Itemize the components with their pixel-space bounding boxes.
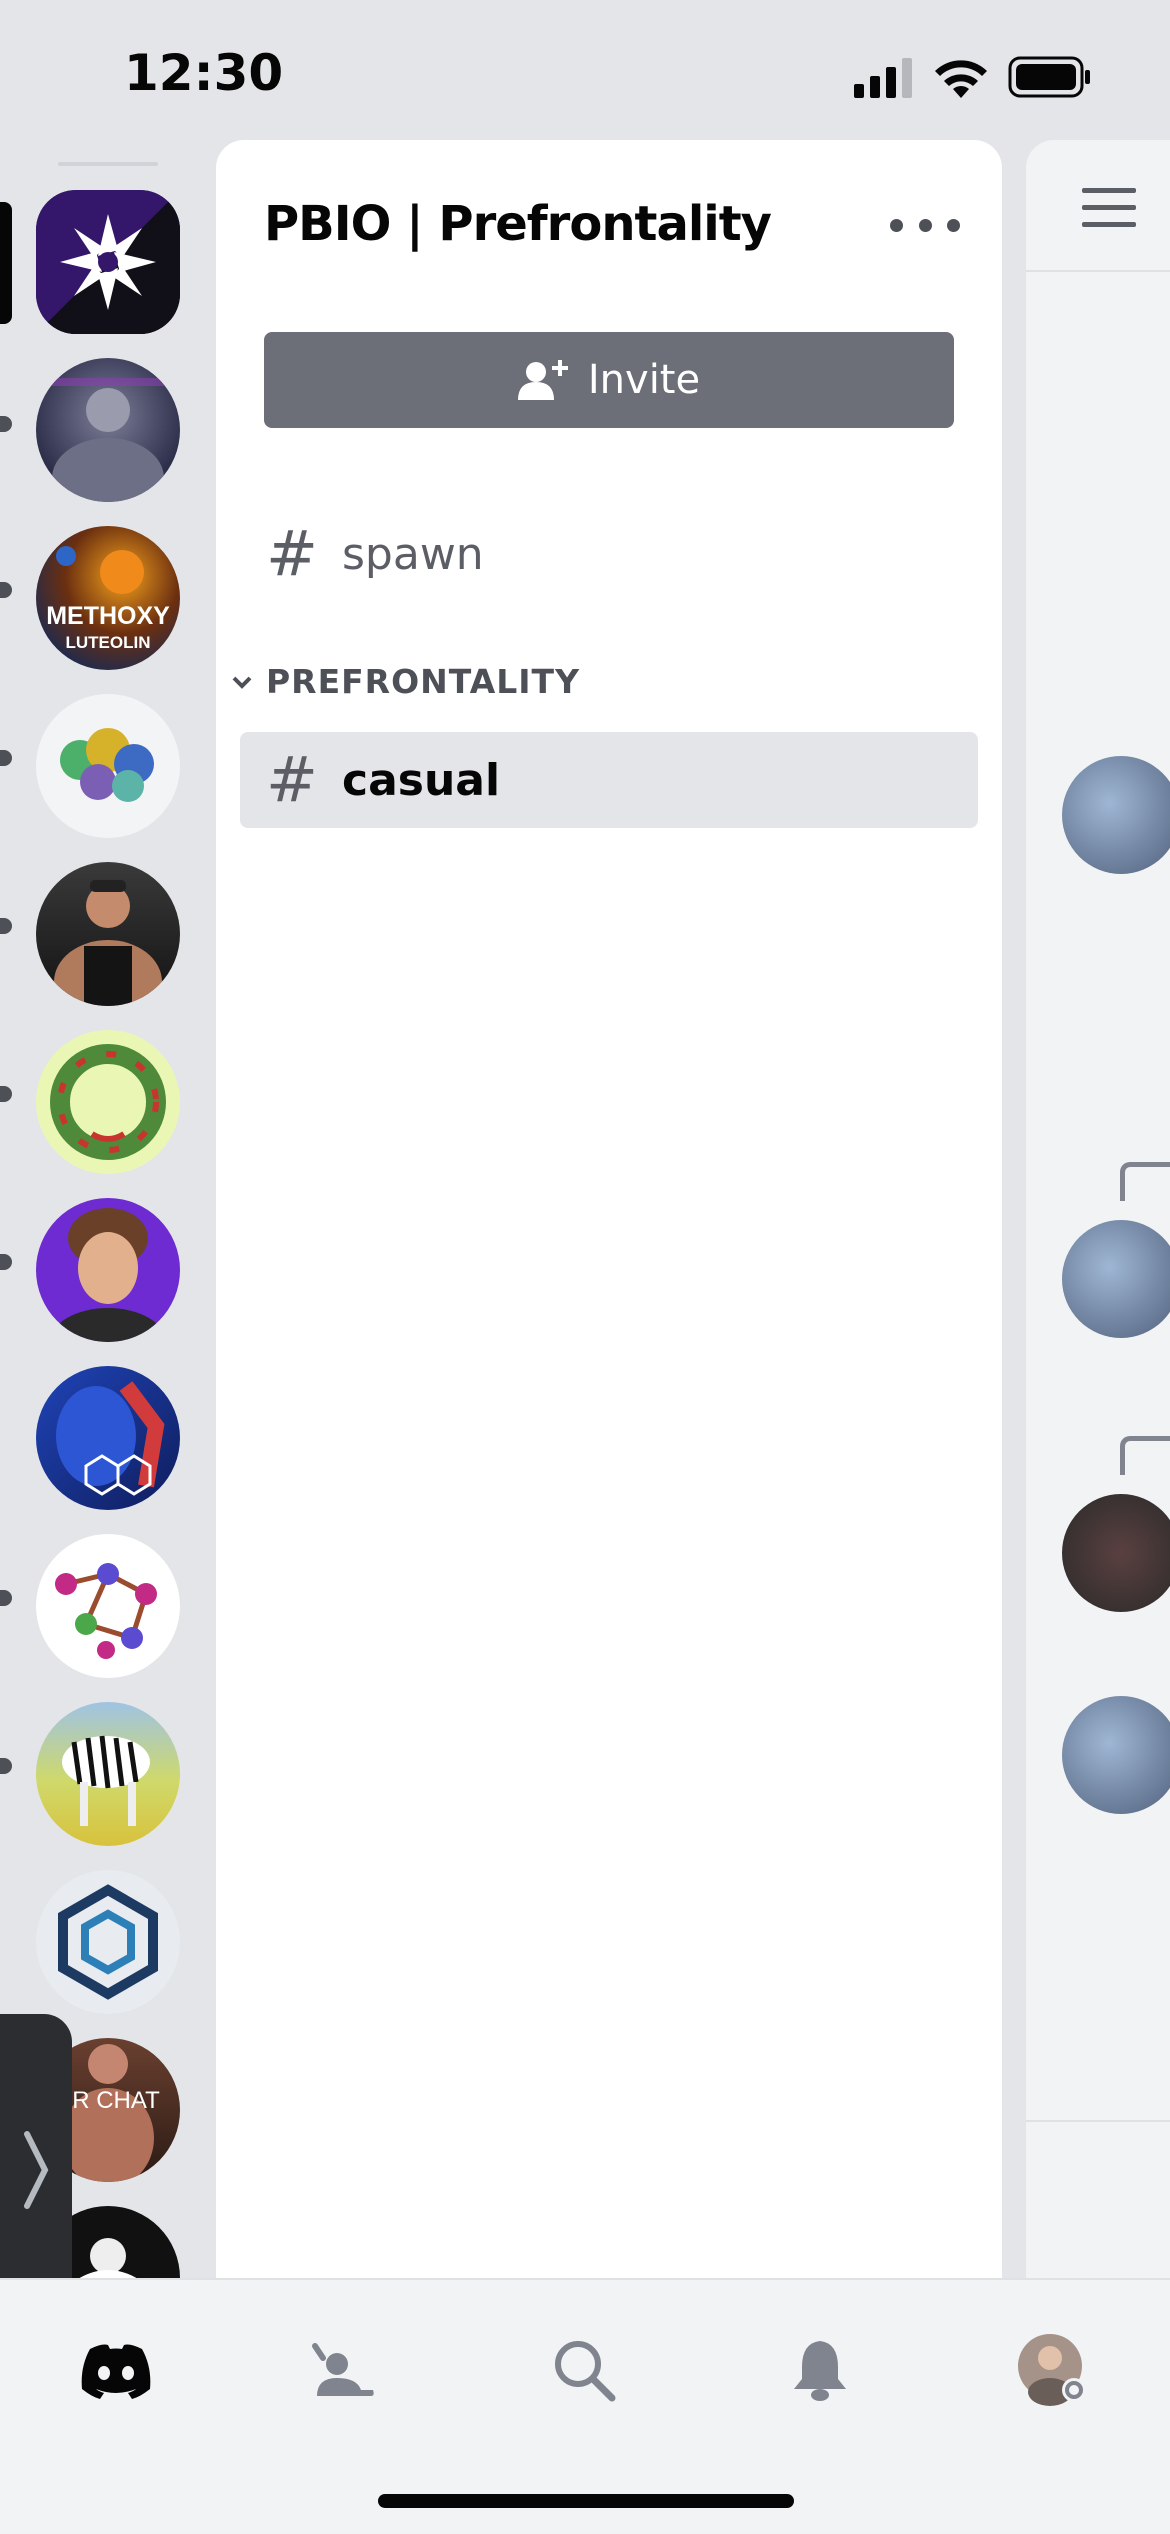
category-label: PREFRONTALITY: [266, 662, 580, 701]
more-dot-icon: [947, 218, 960, 232]
balls-avatar-icon: [55, 1563, 157, 1659]
cell-signal-icon: [854, 58, 912, 98]
category-prefrontality[interactable]: PREFRONTALITY: [230, 662, 580, 701]
luteolin-label: LUTEOLIN: [66, 633, 151, 652]
chat-header: [1026, 140, 1170, 272]
status-time: 12:30: [124, 44, 284, 102]
chat-preview-peek[interactable]: [1026, 140, 1170, 2278]
bell-icon: [794, 2341, 846, 2401]
status-bar: 12:30: [0, 0, 1170, 150]
text-channel-hash-icon: #: [266, 743, 318, 816]
server-icon-zebra[interactable]: [36, 1702, 180, 1846]
server-icon-ball-molecule[interactable]: [36, 1534, 180, 1678]
tab-search[interactable]: [534, 2320, 634, 2420]
molecule-avatar-icon: [56, 1381, 165, 1496]
tab-notifications[interactable]: [770, 2320, 870, 2420]
unread-indicator: [0, 1590, 12, 1606]
tab-friends[interactable]: [294, 2320, 394, 2420]
unread-indicator: [0, 582, 12, 598]
server-icon-wreath[interactable]: [36, 1030, 180, 1174]
server-title[interactable]: PBIO | Prefrontality: [264, 196, 772, 252]
unread-indicator: [0, 1254, 12, 1270]
home-indicator[interactable]: [378, 2494, 794, 2508]
active-server-indicator: [0, 202, 12, 324]
discord-logo-icon: [81, 2344, 151, 2399]
unread-indicator: [0, 416, 12, 432]
athlete-avatar-icon: [54, 880, 162, 1006]
zebra-avatar-icon: [62, 1735, 150, 1826]
more-dot-icon: [918, 218, 932, 232]
channel-name: spawn: [342, 528, 484, 580]
invite-label: Invite: [587, 357, 701, 403]
server-options-button[interactable]: [890, 200, 960, 250]
protein-avatar-icon: [60, 728, 154, 802]
message-avatar[interactable]: [1062, 756, 1170, 874]
reply-connector: [1120, 1436, 1170, 1475]
server-list[interactable]: METHOXY LUTEOLIN BR CHAT: [0, 140, 216, 2278]
text-channel-hash-icon: #: [266, 517, 318, 590]
chevron-right-icon: [24, 2131, 49, 2209]
hamburger-menu-icon[interactable]: [1082, 188, 1136, 228]
person-avatar-icon: [50, 1208, 166, 1342]
server-icon-creator[interactable]: [36, 1198, 180, 1342]
friends-wave-icon: [312, 2343, 374, 2396]
server-icon-statue[interactable]: [36, 358, 180, 502]
add-person-icon: [517, 360, 568, 400]
wreath-avatar-icon: [50, 1044, 166, 1160]
server-icon-molecule-body[interactable]: [36, 1366, 180, 1510]
channel-casual[interactable]: # casual: [240, 732, 978, 828]
shuriken-server-icon: [36, 190, 180, 334]
statue-avatar-icon: [36, 378, 180, 502]
server-icon-gym[interactable]: [36, 862, 180, 1006]
channel-spawn[interactable]: # spawn: [240, 506, 978, 602]
battery-icon: [1008, 56, 1090, 98]
methoxy-label: METHOXY: [46, 602, 170, 630]
channel-panel: PBIO | Prefrontality Invite # spawn PREF…: [216, 140, 1002, 2278]
message-avatar[interactable]: [1062, 1494, 1170, 1612]
wifi-icon: [935, 60, 987, 98]
chat-input-divider: [1026, 2120, 1170, 2122]
tab-you[interactable]: [1004, 2320, 1104, 2420]
invite-button[interactable]: Invite: [264, 332, 954, 428]
hex-logo-icon: [58, 1884, 158, 2000]
server-icon-protein[interactable]: [36, 694, 180, 838]
reply-connector: [1120, 1162, 1170, 1201]
unread-indicator: [0, 1758, 12, 1774]
unread-indicator: [0, 750, 12, 766]
unread-indicator: [0, 918, 12, 934]
message-avatar[interactable]: [1062, 1696, 1170, 1814]
unread-indicator: [0, 1086, 12, 1102]
virus-avatar-icon: METHOXY LUTEOLIN: [46, 546, 170, 652]
profile-avatar-icon: [1018, 2334, 1086, 2406]
rail-separator: [58, 162, 158, 166]
server-icon-methoxy[interactable]: METHOXY LUTEOLIN: [36, 526, 180, 670]
more-dot-icon: [890, 218, 903, 232]
chevron-down-icon: [232, 676, 252, 689]
channel-name: casual: [342, 754, 501, 806]
search-icon: [555, 2341, 616, 2402]
tab-home[interactable]: [66, 2320, 166, 2420]
server-icon-pbio[interactable]: [36, 190, 180, 334]
message-avatar[interactable]: [1062, 1220, 1170, 1338]
server-icon-hex-logo[interactable]: [36, 1870, 180, 2014]
